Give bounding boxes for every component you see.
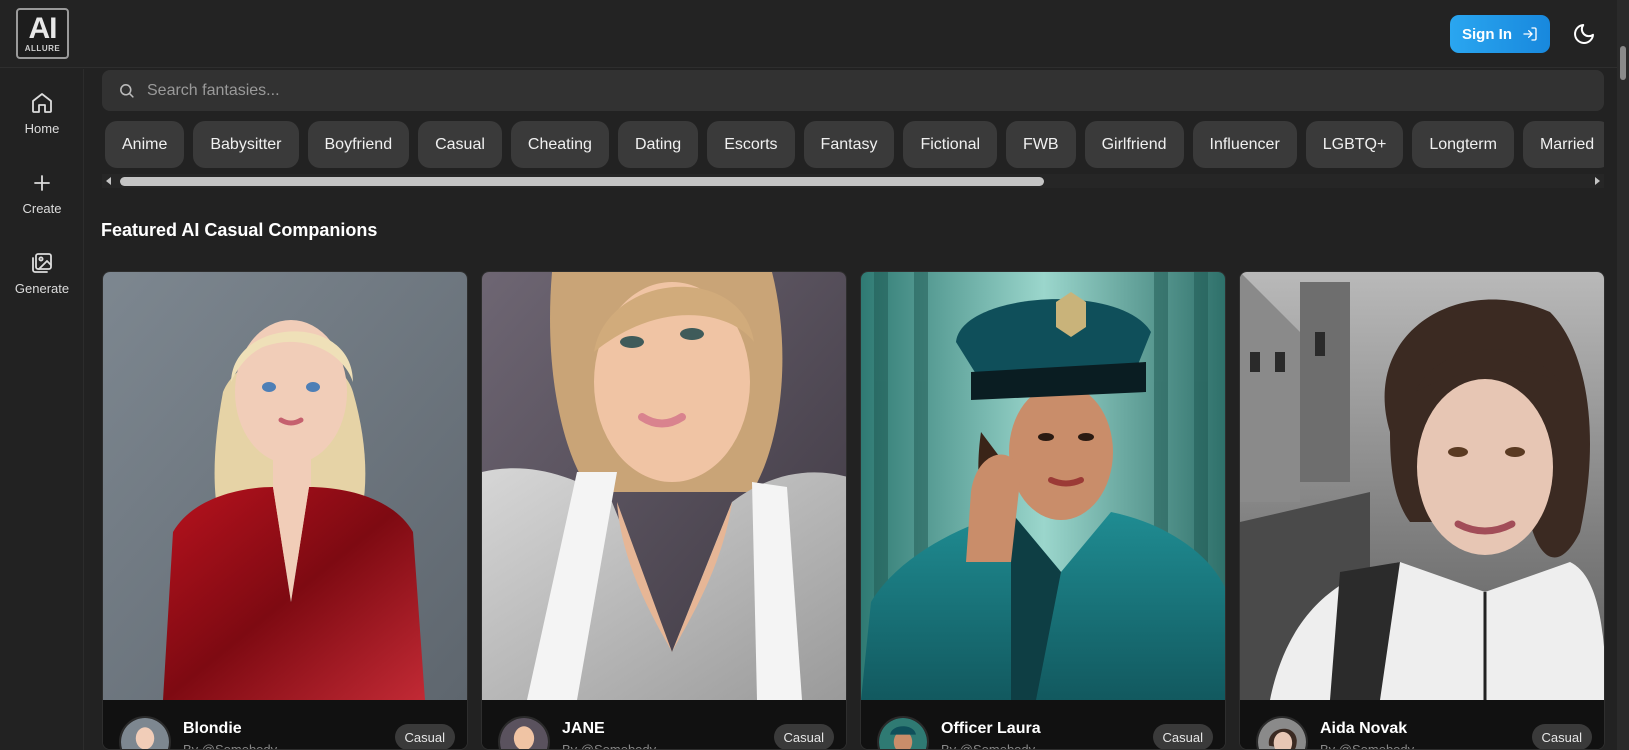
companion-author: By @Somebody xyxy=(941,742,1036,750)
companion-card[interactable]: JANE By @Somebody Casual xyxy=(481,271,847,750)
companion-author: By @Somebody xyxy=(183,742,278,750)
companion-name: Officer Laura xyxy=(941,720,1041,737)
scroll-left-arrow[interactable] xyxy=(106,177,111,185)
avatar xyxy=(1256,716,1308,749)
card-footer: Blondie By @Somebody Casual xyxy=(103,700,467,750)
sidebar-item-home[interactable]: Home xyxy=(0,91,84,136)
companion-name: JANE xyxy=(562,720,605,737)
companion-author: By @Somebody xyxy=(1320,742,1415,750)
search-bar xyxy=(102,70,1604,111)
scroll-right-arrow[interactable] xyxy=(1595,177,1600,185)
sign-in-button[interactable]: Sign In xyxy=(1450,15,1550,53)
category-chip-influencer[interactable]: Influencer xyxy=(1192,121,1297,168)
sidebar-item-create[interactable]: Create xyxy=(0,171,84,216)
sign-in-label: Sign In xyxy=(1462,25,1512,43)
category-badge: Casual xyxy=(1531,724,1592,749)
avatar xyxy=(498,716,550,749)
card-footer: Officer Laura By @Somebody Casual xyxy=(861,700,1225,750)
category-chip-longterm[interactable]: Longterm xyxy=(1412,121,1514,168)
category-chip-married[interactable]: Married xyxy=(1522,121,1604,168)
logo-word: ALLURE xyxy=(24,43,61,53)
search-icon xyxy=(120,84,134,98)
card-footer: JANE By @Somebody Casual xyxy=(482,700,846,750)
page-scrollbar[interactable] xyxy=(1617,0,1629,750)
image-gallery-icon xyxy=(32,253,52,273)
category-chip-anime[interactable]: Anime xyxy=(105,121,185,168)
avatar xyxy=(877,716,929,749)
category-chip-boyfriend[interactable]: Boyfriend xyxy=(307,121,410,168)
logo[interactable]: AI ALLURE xyxy=(16,8,69,59)
category-chip-escorts[interactable]: Escorts xyxy=(707,121,795,168)
login-arrow-icon xyxy=(1523,27,1537,41)
logo-mark: AI xyxy=(28,11,58,45)
sidebar: Home Create Generate xyxy=(0,69,84,750)
sidebar-item-label: Generate xyxy=(14,281,70,296)
companion-name: Blondie xyxy=(183,720,242,737)
companion-card[interactable]: Officer Laura By @Somebody Casual xyxy=(860,271,1226,750)
category-bar: Anime Babysitter Boyfriend Casual Cheati… xyxy=(102,121,1604,193)
category-badge: Casual xyxy=(773,724,834,749)
companion-name: Aida Novak xyxy=(1320,720,1408,737)
sidebar-item-label: Create xyxy=(22,201,62,216)
category-chip-fictional[interactable]: Fictional xyxy=(903,121,998,168)
moon-icon[interactable] xyxy=(1572,22,1596,46)
category-chip-fantasy[interactable]: Fantasy xyxy=(803,121,895,168)
section-title: Featured AI Casual Companions xyxy=(101,220,378,240)
companion-card[interactable]: Aida Novak By @Somebody Casual xyxy=(1239,271,1605,750)
category-chip-casual[interactable]: Casual xyxy=(418,121,502,168)
category-scrollbar[interactable] xyxy=(102,174,1604,188)
companion-card[interactable]: Blondie By @Somebody Casual xyxy=(102,271,468,750)
category-chip-girlfriend[interactable]: Girlfriend xyxy=(1084,121,1184,168)
top-bar: AI ALLURE Sign In xyxy=(0,0,1629,68)
companion-photo xyxy=(482,272,846,700)
card-footer: Aida Novak By @Somebody Casual xyxy=(1240,700,1604,750)
category-badge: Casual xyxy=(1152,724,1213,749)
companion-grid: Blondie By @Somebody Casual JANE By @Som… xyxy=(102,271,1605,750)
search-input[interactable] xyxy=(147,81,1547,100)
category-chip-lgbtq[interactable]: LGBTQ+ xyxy=(1305,121,1404,168)
category-chip-babysitter[interactable]: Babysitter xyxy=(193,121,299,168)
category-badge: Casual xyxy=(394,724,455,749)
sidebar-item-label: Home xyxy=(24,121,60,136)
page-scrollbar-thumb[interactable] xyxy=(1620,46,1626,80)
category-chip-cheating[interactable]: Cheating xyxy=(510,121,609,168)
sidebar-item-generate[interactable]: Generate xyxy=(0,251,84,296)
companion-photo xyxy=(1240,272,1604,700)
companion-author: By @Somebody xyxy=(562,742,657,750)
companion-photo xyxy=(861,272,1225,700)
category-chip-dating[interactable]: Dating xyxy=(617,121,699,168)
avatar xyxy=(119,716,171,749)
category-chip-fwb[interactable]: FWB xyxy=(1006,121,1076,168)
category-scrollbar-thumb[interactable] xyxy=(120,177,1044,186)
plus-icon xyxy=(34,175,50,191)
home-icon xyxy=(32,93,52,113)
companion-photo xyxy=(103,272,467,700)
